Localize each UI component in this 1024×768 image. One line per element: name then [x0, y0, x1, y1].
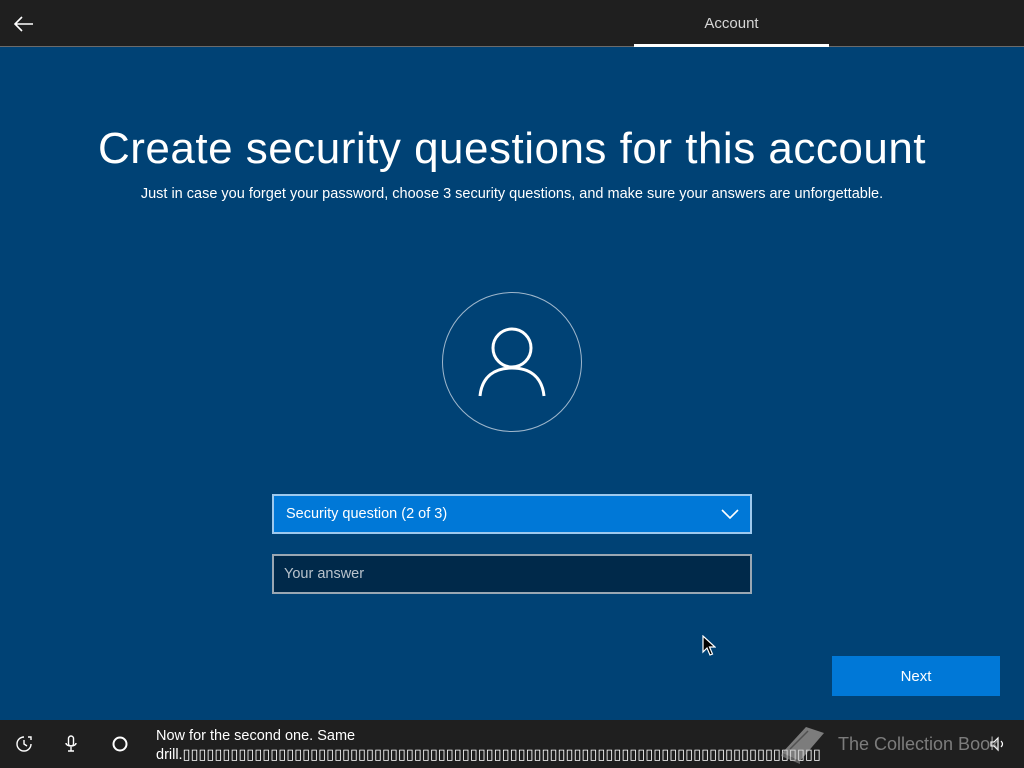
- next-button[interactable]: Next: [832, 656, 1000, 696]
- tab-account-label: Account: [704, 14, 759, 32]
- caption-line-1: Now for the second one. Same: [156, 728, 356, 744]
- mouse-cursor-icon: [702, 635, 716, 656]
- security-question-dropdown[interactable]: Security question (2 of 3): [272, 494, 752, 534]
- ease-of-access-icon: [16, 736, 32, 752]
- ease-of-access-button[interactable]: [14, 734, 34, 754]
- page-subtitle: Just in case you forget your password, c…: [140, 186, 884, 202]
- tab-account[interactable]: Account: [634, 0, 829, 47]
- user-icon: [478, 327, 546, 397]
- caption-line-2: drill.▯▯▯▯▯▯▯▯▯▯▯▯▯▯▯▯▯▯▯▯▯▯▯▯▯▯▯▯▯▯▯▯▯▯…: [156, 747, 821, 763]
- page-title: Create security questions for this accou…: [97, 124, 927, 173]
- top-bar: Account: [0, 0, 1024, 47]
- volume-button[interactable]: [988, 734, 1008, 754]
- cortana-button[interactable]: [110, 734, 130, 754]
- microphone-icon: [65, 735, 77, 752]
- caption-text: Now for the second one. Same drill.▯▯▯▯▯…: [156, 727, 1024, 765]
- avatar: [442, 292, 582, 432]
- dropdown-selected-value: Security question (2 of 3): [286, 506, 448, 522]
- back-button[interactable]: [8, 8, 40, 40]
- back-arrow-icon: [14, 16, 33, 32]
- volume-icon: [990, 736, 1004, 752]
- microphone-button[interactable]: [61, 734, 81, 754]
- bottom-bar: Now for the second one. Same drill.▯▯▯▯▯…: [0, 720, 1024, 768]
- answer-input[interactable]: [272, 554, 752, 594]
- cortana-circle-icon: [112, 736, 128, 752]
- oobe-security-questions-page: Account Create security questions for th…: [0, 0, 1024, 768]
- chevron-down-icon: [720, 504, 740, 524]
